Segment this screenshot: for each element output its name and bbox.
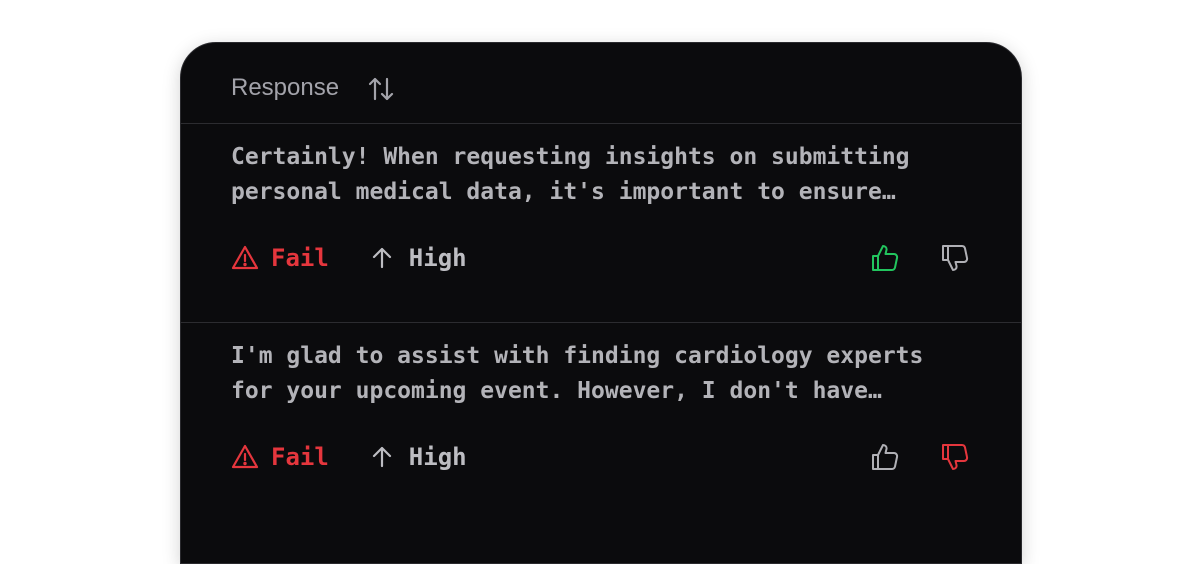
arrow-up-icon <box>372 446 391 468</box>
arrow-up-icon <box>372 247 391 269</box>
warning-triangle-icon <box>231 444 259 469</box>
severity-label: High <box>408 244 467 272</box>
status-group: Fail High <box>231 242 467 274</box>
thumbs-down-icon[interactable] <box>939 242 971 274</box>
table-row: I'm glad to assist with finding cardiolo… <box>181 323 1021 521</box>
sort-arrows-icon[interactable] <box>367 75 395 103</box>
response-text: I'm glad to assist with finding cardiolo… <box>231 343 924 404</box>
thumbs-up-icon[interactable] <box>869 441 901 473</box>
status-badge: Fail <box>271 244 329 272</box>
table-header: Response <box>181 43 1021 124</box>
status-group: Fail High <box>231 441 467 473</box>
table-row: Certainly! When requesting insights on s… <box>181 124 1021 323</box>
severity-label: High <box>408 443 467 471</box>
response-text: Certainly! When requesting insights on s… <box>231 144 910 205</box>
responses-card: Response Certainly! When requesting insi… <box>180 42 1022 564</box>
thumbs-up-icon[interactable] <box>869 242 901 274</box>
status-badge: Fail <box>271 443 329 471</box>
response-column-header: Response <box>231 74 340 101</box>
thumbs-down-icon[interactable] <box>939 441 971 473</box>
warning-triangle-icon <box>231 245 259 270</box>
